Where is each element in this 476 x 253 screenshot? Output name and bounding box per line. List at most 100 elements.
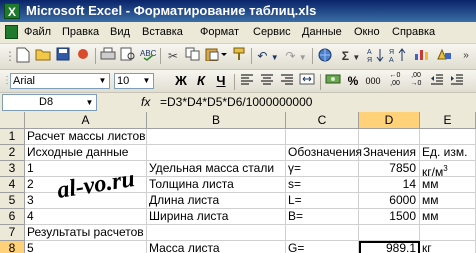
menu-help[interactable]: Справка — [392, 26, 435, 38]
undo-icon[interactable]: ↶ ▼ — [255, 47, 281, 65]
cell-a6[interactable]: 4 — [25, 209, 147, 225]
decrease-indent-icon[interactable] — [428, 72, 446, 90]
cell-e4[interactable]: мм — [420, 177, 476, 193]
menu-window[interactable]: Окно — [354, 26, 380, 38]
cell-b7[interactable] — [147, 225, 286, 241]
hyperlink-icon[interactable] — [316, 47, 334, 65]
cell-d1[interactable] — [359, 129, 420, 145]
cell-a1[interactable]: Расчет массы листов — [25, 129, 147, 145]
cell-c7[interactable] — [286, 225, 359, 241]
column-header-d[interactable]: D — [359, 112, 420, 129]
align-right-icon[interactable] — [278, 72, 296, 90]
align-left-icon[interactable] — [238, 72, 256, 90]
workbook-icon[interactable] — [5, 25, 18, 39]
select-all-corner[interactable] — [0, 112, 25, 129]
spelling-icon[interactable]: ABC — [139, 47, 157, 65]
cell-a8[interactable]: 5 — [25, 241, 147, 253]
new-file-icon[interactable] — [14, 47, 32, 65]
cell-b6[interactable]: Ширина листа — [147, 209, 286, 225]
cell-d5[interactable]: 6000 — [359, 193, 420, 209]
cell-e5[interactable]: мм — [420, 193, 476, 209]
cell-b1[interactable] — [147, 129, 286, 145]
column-header-e[interactable]: E — [420, 112, 476, 129]
cut-icon[interactable]: ✂ — [164, 47, 182, 65]
currency-icon[interactable] — [324, 72, 342, 90]
drawing-icon[interactable] — [434, 47, 454, 65]
bold-button[interactable]: Ж — [172, 72, 190, 90]
column-header-b[interactable]: B — [147, 112, 286, 129]
row-header-2[interactable]: 2 — [0, 145, 25, 161]
percent-icon[interactable]: % — [344, 72, 362, 90]
column-header-a[interactable]: A — [25, 112, 147, 129]
chevron-down-icon[interactable]: ▼ — [97, 75, 108, 87]
increase-decimal-icon[interactable]: ←0,00 — [385, 72, 405, 90]
excel-app-icon[interactable]: X — [4, 3, 20, 19]
toolbar-grip-icon[interactable]: ⋮ — [4, 47, 16, 65]
row-header-4[interactable]: 4 — [0, 177, 25, 193]
permission-icon[interactable] — [74, 47, 92, 65]
row-header-5[interactable]: 5 — [0, 193, 25, 209]
cell-e8[interactable]: кг — [420, 241, 476, 253]
cell-c2[interactable]: Обозначения — [286, 145, 362, 161]
format-painter-icon[interactable] — [230, 47, 248, 65]
cell-d4[interactable]: 14 — [359, 177, 420, 193]
cell-d2[interactable]: Значения — [359, 145, 420, 161]
cell-b4[interactable]: Толщина листа — [147, 177, 286, 193]
copy-icon[interactable] — [184, 47, 202, 65]
cell-e3[interactable]: кг/м3 — [420, 161, 476, 179]
cell-c3[interactable]: γ= — [286, 161, 359, 177]
cell-c4[interactable]: s= — [286, 177, 359, 193]
cell-c5[interactable]: L= — [286, 193, 359, 209]
menu-view[interactable]: Вид — [110, 26, 130, 38]
cell-d7[interactable] — [359, 225, 420, 241]
cell-a7[interactable]: Результаты расчетов — [25, 225, 147, 241]
cell-d8[interactable]: 989.1 — [359, 241, 420, 253]
menu-format[interactable]: Формат — [200, 26, 239, 38]
cell-c1[interactable] — [286, 129, 359, 145]
menu-file[interactable]: Файл — [24, 26, 51, 38]
chevron-down-icon[interactable]: ▼ — [84, 97, 95, 109]
name-box[interactable]: D8 ▼ — [2, 94, 97, 111]
merge-center-icon[interactable] — [298, 72, 316, 90]
formula-input[interactable]: =D3*D4*D5*D6/1000000000 — [160, 95, 312, 109]
cell-d6[interactable]: 1500 — [359, 209, 420, 225]
autosum-icon[interactable]: Σ ▼ — [338, 47, 364, 65]
cell-d3[interactable]: 7850 — [359, 161, 420, 177]
row-header-8[interactable]: 8 — [0, 241, 25, 253]
cell-c6[interactable]: B= — [286, 209, 359, 225]
sort-ascending-icon[interactable]: АЯ — [366, 47, 386, 65]
toolbar-options-icon[interactable]: » — [458, 47, 474, 65]
decrease-decimal-icon[interactable]: ,00 →0 — [406, 72, 426, 90]
row-header-1[interactable]: 1 — [0, 129, 25, 145]
menu-insert[interactable]: Вставка — [142, 26, 183, 38]
cell-b3[interactable]: Удельная масса стали — [147, 161, 286, 177]
print-preview-icon[interactable] — [119, 47, 137, 65]
redo-icon[interactable]: ↷ ▼ — [283, 47, 309, 65]
chart-wizard-icon[interactable] — [412, 47, 432, 65]
paste-icon[interactable] — [204, 47, 228, 65]
underline-button[interactable]: Ч — [212, 72, 230, 90]
cell-b2[interactable] — [147, 145, 286, 161]
cell-b8[interactable]: Масса листа — [147, 241, 286, 253]
menu-tools[interactable]: Сервис — [253, 26, 291, 38]
row-header-7[interactable]: 7 — [0, 225, 25, 241]
chevron-down-icon[interactable]: ▼ — [141, 75, 152, 87]
cell-e1[interactable] — [420, 129, 476, 145]
toolbar-grip-icon[interactable]: ⋮ — [2, 72, 12, 90]
align-center-icon[interactable] — [258, 72, 276, 90]
cell-b5[interactable]: Длина листа — [147, 193, 286, 209]
menu-data[interactable]: Данные — [302, 26, 342, 38]
save-icon[interactable] — [54, 47, 72, 65]
open-folder-icon[interactable] — [34, 47, 52, 65]
increase-indent-icon[interactable] — [448, 72, 466, 90]
row-header-6[interactable]: 6 — [0, 209, 25, 225]
print-icon[interactable] — [99, 47, 117, 65]
cell-e7[interactable] — [420, 225, 476, 241]
row-header-3[interactable]: 3 — [0, 161, 25, 177]
cell-a2[interactable]: Исходные данные — [25, 145, 147, 161]
cell-e6[interactable]: мм — [420, 209, 476, 225]
italic-button[interactable]: К — [192, 72, 210, 90]
comma-style-icon[interactable]: 000 — [362, 72, 384, 90]
menu-edit[interactable]: Правка — [62, 26, 99, 38]
font-name-select[interactable]: Arial ▼ — [10, 73, 110, 89]
